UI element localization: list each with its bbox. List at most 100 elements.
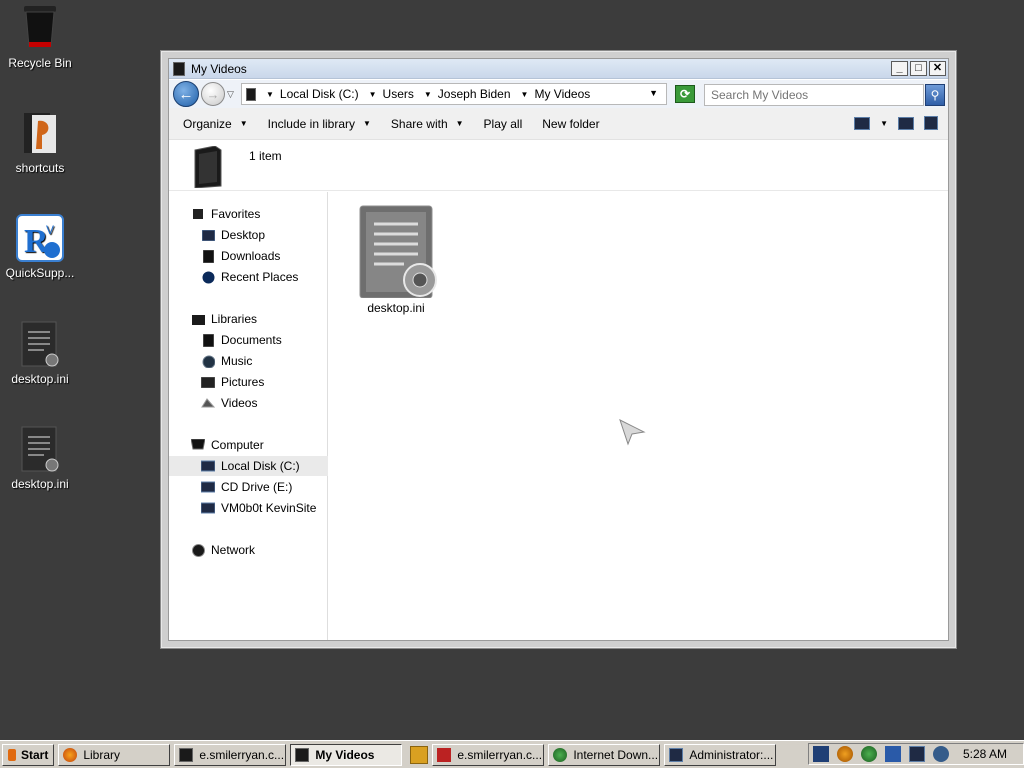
nav-label: Downloads [221, 249, 281, 263]
title-bar[interactable]: My Videos _ □ ✕ [169, 59, 948, 79]
desktop-icon [201, 228, 215, 242]
new-folder-label: New folder [542, 116, 600, 131]
breadcrumb-label: Users [382, 87, 414, 101]
breadcrumb-local-disk[interactable]: ▼ Local Disk (C:) [264, 87, 359, 101]
nav-documents[interactable]: Documents [169, 330, 328, 350]
organize-label: Organize [183, 116, 232, 131]
flag-tray-icon[interactable] [884, 746, 901, 762]
chevron-down-icon: ▼ [520, 89, 529, 99]
share-label: Share with [390, 116, 448, 131]
file-name: desktop.ini [367, 301, 425, 315]
search-input[interactable] [704, 84, 924, 106]
desktop-icon-quicksupport[interactable]: RV QuickSupp... [0, 214, 80, 280]
play-all-button[interactable]: Play all [484, 117, 523, 131]
folder-icon [194, 146, 222, 188]
chevron-down-icon: ▼ [455, 119, 464, 128]
nav-cd-drive[interactable]: CD Drive (E:) [169, 477, 328, 497]
nav-label: Recent Places [221, 270, 299, 284]
documents-icon [201, 333, 215, 347]
recent-pages-dropdown[interactable]: ▽ [227, 89, 234, 100]
navigation-pane: Favorites Desktop Downloads Recent Place… [169, 192, 328, 640]
refresh-button[interactable]: ⟳ [675, 85, 695, 103]
task-label: e.smilerryan.c... [199, 747, 285, 762]
recent-places-icon [201, 270, 215, 284]
back-button[interactable]: ← [173, 81, 199, 107]
address-history-dropdown[interactable]: ▼ [649, 88, 658, 98]
download-manager-icon [553, 747, 568, 762]
taskbar-item-internet-download[interactable]: Internet Down... [548, 743, 661, 766]
breadcrumb-my-videos[interactable]: ▼ My Videos [519, 87, 591, 101]
file-item-desktop-ini[interactable]: desktop.ini [351, 202, 441, 315]
help-icon[interactable] [924, 116, 938, 130]
recycle-bin-icon [16, 4, 64, 52]
clock[interactable]: 5:28 AM [963, 747, 1007, 761]
volume-tray-icon[interactable] [932, 746, 949, 762]
maximize-button[interactable]: □ [910, 61, 927, 76]
console-icon [669, 747, 684, 762]
nav-computer[interactable]: Computer [169, 435, 328, 455]
minimize-button[interactable]: _ [891, 61, 908, 76]
organize-button[interactable]: Organize ▼ [183, 117, 248, 131]
desktop-icon-label: Recycle Bin [8, 56, 72, 70]
nav-pictures[interactable]: Pictures [169, 372, 328, 392]
nav-label: Pictures [221, 375, 265, 389]
drive-icon [246, 87, 256, 101]
desktop-icon-shortcuts[interactable]: shortcuts [0, 109, 80, 175]
taskbar-item-smilerryan-1[interactable]: e.smilerryan.c... [174, 743, 287, 766]
search-button[interactable]: ⚲ [925, 84, 945, 106]
nav-libraries[interactable]: Libraries [169, 309, 328, 329]
nav-downloads[interactable]: Downloads [169, 246, 328, 266]
close-button[interactable]: ✕ [929, 61, 946, 76]
nav-local-disk[interactable]: Local Disk (C:) [169, 456, 328, 476]
nav-favorites[interactable]: Favorites [169, 204, 328, 224]
task-label: e.smilerryan.c... [457, 747, 543, 762]
view-options-dropdown[interactable]: ▼ [880, 119, 888, 128]
desktop-icon-recycle-bin[interactable]: Recycle Bin [0, 4, 80, 70]
nav-recent-places[interactable]: Recent Places [169, 267, 328, 287]
start-button[interactable]: Start [2, 743, 55, 766]
forward-button[interactable]: → [201, 82, 225, 106]
media-player-icon[interactable] [410, 745, 429, 764]
nav-label: Videos [221, 396, 258, 410]
forward-arrow-icon: → [206, 86, 220, 102]
cd-drive-icon [201, 480, 215, 494]
nav-network[interactable]: Network [169, 540, 328, 560]
include-label: Include in library [267, 116, 355, 131]
nav-desktop[interactable]: Desktop [169, 225, 328, 245]
network-drive-icon [201, 501, 215, 515]
new-folder-button[interactable]: New folder [542, 117, 599, 131]
display-tray-icon[interactable] [908, 746, 925, 762]
breadcrumb-joseph-biden[interactable]: ▼ Joseph Biden [422, 87, 511, 101]
firefox-icon [63, 747, 78, 762]
nav-videos[interactable]: Videos [169, 393, 328, 413]
quicksupport-tray-icon[interactable] [812, 746, 829, 762]
include-in-library-button[interactable]: Include in library ▼ [268, 117, 371, 131]
folder-icon [173, 61, 185, 76]
desktop-icon-desktop-ini-1[interactable]: desktop.ini [0, 320, 80, 386]
item-count: 1 item [249, 149, 282, 163]
change-view-icon[interactable] [854, 116, 871, 130]
taskbar-item-administrator[interactable]: Administrator:... [664, 743, 777, 766]
taskbar-item-smilerryan-2[interactable]: e.smilerryan.c... [432, 743, 545, 766]
taskbar-item-library[interactable]: Library [58, 743, 171, 766]
path-field[interactable]: ▼ Local Disk (C:) ▼ Users ▼ Joseph Biden ▼ M… [241, 83, 667, 105]
nav-label: Favorites [211, 207, 261, 221]
mouse-cursor-icon [619, 419, 646, 446]
network-tray-icon[interactable] [860, 746, 877, 762]
desktop-icon-label: desktop.ini [11, 477, 69, 491]
desktop-icon-desktop-ini-2[interactable]: desktop.ini [0, 425, 80, 491]
explorer-icon [179, 747, 194, 762]
nav-label: CD Drive (E:) [221, 480, 293, 494]
breadcrumb-users[interactable]: ▼ Users [367, 87, 414, 101]
explorer-window: My Videos _ □ ✕ ← → ▽ ▼ Local Disk (C:) ▼… [160, 50, 957, 649]
preview-pane-icon[interactable] [898, 116, 914, 130]
taskbar-item-my-videos[interactable]: My Videos [290, 743, 403, 766]
nav-kevinsite[interactable]: VM0b0t KevinSite [169, 498, 328, 518]
file-list: desktop.ini [329, 192, 948, 640]
search-tray-icon[interactable] [836, 746, 853, 762]
nav-music[interactable]: Music [169, 351, 328, 371]
libraries-icon [191, 312, 205, 326]
nav-label: Documents [221, 333, 282, 347]
back-arrow-icon: ← [178, 85, 194, 103]
share-with-button[interactable]: Share with ▼ [391, 117, 464, 131]
